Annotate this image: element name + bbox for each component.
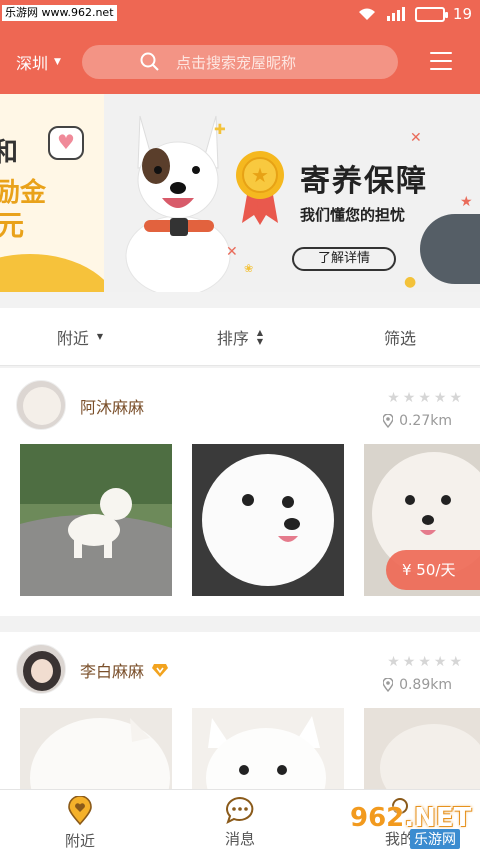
filter-nearby[interactable]: 附近 ▼	[0, 308, 160, 365]
site-logo-caption: 乐游网	[410, 829, 460, 849]
search-placeholder: 点击搜索宠屋昵称	[176, 53, 297, 72]
caret-down-icon: ▼	[54, 57, 61, 67]
status-indicators: 19	[357, 4, 472, 24]
wifi-icon	[358, 8, 375, 20]
star-icon: ★	[449, 654, 462, 670]
star-icon: ★	[449, 390, 462, 406]
promo-banner[interactable]: 和 励金 元 ★ 寄养保障 我们懂您的担忧 了解详情 ✚ ✕	[0, 94, 480, 292]
distance-value: 0.27km	[399, 413, 452, 429]
star-deco-icon: ★	[460, 194, 473, 210]
price-tag: ¥ 50/天	[386, 550, 480, 590]
site-logo-number: 962	[350, 803, 405, 833]
filter-nearby-label: 附近	[56, 328, 89, 348]
sparkle-icon: ✕	[226, 244, 238, 260]
avatar-dog-face	[23, 387, 61, 425]
filter-screen-label: 筛选	[383, 328, 416, 348]
signal-icon	[386, 7, 405, 21]
owner-name: 李白麻麻	[80, 658, 169, 682]
pet-photo[interactable]	[192, 444, 344, 596]
location-pin-icon	[383, 414, 394, 428]
chat-bubble-icon	[226, 796, 254, 824]
dog-photo-illustration	[206, 716, 326, 792]
city-label: 深圳	[16, 54, 49, 73]
battery-level: 19	[452, 5, 472, 23]
pet-home-card[interactable]: 李白麻麻 ★ ★ ★ ★ ★ 0.89km	[0, 632, 480, 792]
banner-subtitle: 我们懂您的担忧	[300, 206, 406, 224]
banner-left-text-1: 和	[0, 138, 19, 168]
avatar-face	[31, 659, 53, 683]
sparkle-icon: ✚	[214, 122, 226, 138]
dot-deco-icon: ●	[404, 274, 417, 290]
watermark-label: 乐游网 www.962.net	[2, 5, 117, 21]
location-heart-icon	[68, 796, 92, 826]
dog-photo-illustration	[380, 724, 480, 792]
site-logo-watermark: 962.NET 乐游网	[350, 803, 474, 851]
app-header: 深圳 ▼ 点击搜索宠屋昵称	[0, 28, 480, 94]
avatar[interactable]	[16, 380, 66, 430]
dog-photo-illustration	[20, 444, 172, 596]
location-pin-icon	[383, 678, 394, 692]
nav-messages-label: 消息	[224, 830, 255, 848]
learn-more-button[interactable]: 了解详情	[292, 247, 396, 271]
pet-photo[interactable]	[192, 708, 344, 792]
distance: 0.27km	[383, 413, 452, 429]
menu-icon[interactable]	[430, 52, 452, 70]
nav-nearby[interactable]: 附近	[0, 790, 160, 853]
pet-photo[interactable]	[364, 708, 480, 792]
star-icon: ★	[433, 390, 447, 406]
status-bar: 乐游网 www.962.net 19	[0, 0, 480, 28]
owner-name: 阿沐麻麻	[80, 394, 144, 418]
pet-photo[interactable]	[20, 708, 172, 792]
caret-down-icon: ▼	[96, 332, 104, 341]
star-icon: ★	[418, 654, 431, 670]
distance: 0.89km	[383, 677, 452, 693]
distance-value: 0.89km	[399, 677, 452, 693]
pet-photo[interactable]	[20, 444, 172, 596]
rating-stars: ★ ★ ★ ★ ★	[387, 654, 462, 670]
cat-illustration	[420, 214, 480, 284]
banner-slide-previous: 和 励金 元	[0, 94, 104, 292]
pet-home-card[interactable]: 阿沐麻麻 ★ ★ ★ ★ ★ 0.27km ¥ 50/天	[0, 368, 480, 616]
verified-badge-icon	[152, 664, 169, 677]
banner-yellow-shape	[0, 254, 104, 292]
nav-messages[interactable]: 消息	[160, 790, 320, 853]
filter-bar: 附近 ▼ 排序 ▲ ▼ 筛选	[0, 308, 480, 366]
star-icon: ★	[402, 654, 416, 670]
sparkle-icon: ✕	[410, 130, 422, 146]
rating-stars: ★ ★ ★ ★ ★	[387, 390, 462, 406]
star-icon: ★	[387, 390, 400, 406]
avatar[interactable]	[16, 644, 66, 694]
heart-chat-icon	[48, 126, 84, 160]
filter-sort[interactable]: 排序 ▲ ▼	[160, 308, 320, 365]
svg-text:★: ★	[251, 163, 269, 187]
owner-name-label: 李白麻麻	[80, 662, 145, 681]
star-icon: ★	[418, 390, 431, 406]
dog-photo-illustration	[192, 444, 344, 596]
city-selector[interactable]: 深圳 ▼	[16, 50, 61, 74]
battery-icon	[414, 6, 448, 22]
banner-slide-current: ★ 寄养保障 我们懂您的担忧 了解详情 ✚ ✕ ★ ✕ ● ❀	[104, 94, 480, 292]
star-icon: ★	[387, 654, 400, 670]
search-icon	[140, 52, 159, 71]
star-icon: ★	[433, 654, 447, 670]
sort-caret-icon: ▲ ▼	[256, 327, 264, 346]
filter-screen[interactable]: 筛选	[320, 308, 480, 365]
dog-photo-illustration	[30, 718, 170, 792]
paw-icon: ❀	[244, 262, 254, 275]
owner-name-label: 阿沐麻麻	[80, 398, 145, 417]
banner-left-text-3: 元	[0, 209, 25, 242]
filter-sort-label: 排序	[216, 328, 249, 348]
nav-nearby-label: 附近	[64, 832, 95, 850]
medal-icon: ★	[236, 151, 284, 225]
banner-title: 寄养保障	[300, 164, 428, 199]
search-input[interactable]: 点击搜索宠屋昵称	[82, 45, 398, 79]
star-icon: ★	[402, 390, 416, 406]
